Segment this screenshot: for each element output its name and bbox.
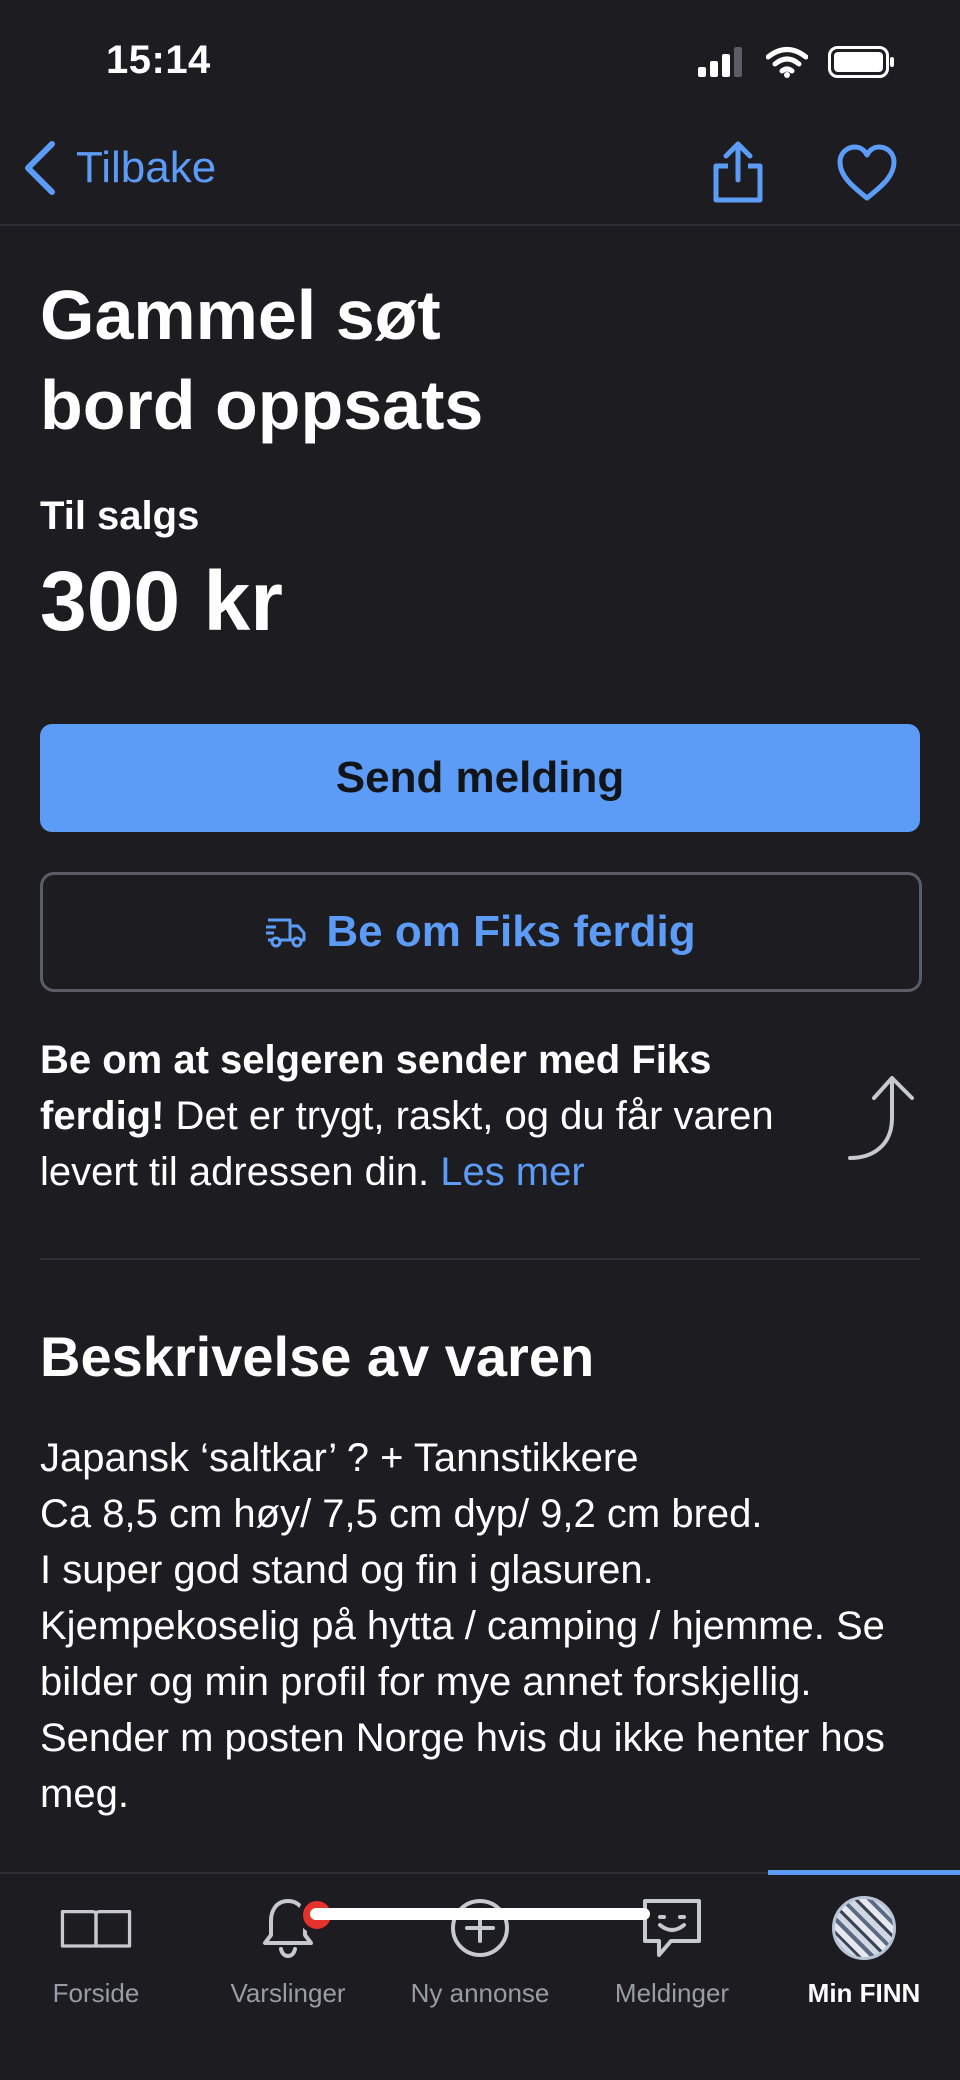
- avatar-icon: [828, 1892, 900, 1964]
- tab-label: Varslinger: [230, 1978, 346, 2008]
- wifi-icon: [766, 47, 808, 78]
- read-more-link[interactable]: Les mer: [440, 1150, 585, 1194]
- fiks-info-text: Be om at selgeren sender med Fiks ferdig…: [40, 1032, 840, 1200]
- signal-icon: [698, 47, 742, 77]
- listing-content: Gammel søt bord oppsats Til salgs 300 kr…: [40, 226, 922, 1816]
- home-indicator: [310, 1908, 650, 1920]
- fiks-ferdig-label: Be om Fiks ferdig: [326, 907, 696, 956]
- share-icon[interactable]: [710, 140, 766, 204]
- chevron-left-icon: [25, 141, 55, 195]
- chat-icon: [636, 1892, 708, 1964]
- plus-circle-icon: [444, 1892, 516, 1964]
- tab-meldinger[interactable]: Meldinger: [576, 1874, 768, 2008]
- tab-label: Forside: [52, 1978, 140, 2008]
- back-button[interactable]: Tilbake: [20, 138, 216, 198]
- avatar: [832, 1896, 896, 1960]
- book-icon: [60, 1892, 132, 1964]
- tab-min-finn[interactable]: Min FINN: [768, 1874, 960, 2008]
- divider: [40, 1258, 920, 1260]
- heart-icon[interactable]: [836, 144, 898, 202]
- sale-type: Til salgs: [40, 494, 200, 538]
- listing-price: 300 kr: [40, 554, 283, 648]
- send-message-label: Send melding: [335, 753, 625, 802]
- tab-label: Min FINN: [807, 1978, 921, 2008]
- send-message-button[interactable]: Send melding: [40, 724, 920, 832]
- status-icons: [698, 46, 896, 78]
- tab-forside[interactable]: Forside: [0, 1874, 192, 2008]
- tab-label: Ny annonse: [410, 1978, 550, 2008]
- tab-label: Meldinger: [614, 1978, 730, 2008]
- delivery-truck-icon: [266, 918, 306, 948]
- tab-ny-annonse[interactable]: Ny annonse: [384, 1874, 576, 2008]
- description-heading: Beskrivelse av varen: [40, 1325, 595, 1388]
- tab-varslinger[interactable]: Varslinger: [192, 1874, 384, 2008]
- status-time: 15:14: [106, 38, 211, 82]
- back-label: Tilbake: [76, 143, 217, 192]
- fiks-ferdig-button[interactable]: Be om Fiks ferdig: [40, 872, 922, 992]
- curved-arrow-icon: [848, 1076, 914, 1160]
- battery-icon: [828, 46, 894, 78]
- status-bar: 15:14: [0, 0, 960, 120]
- tab-bar: Forside Varslinger Ny annonse Meldinger …: [0, 1870, 960, 2080]
- description-body: Japansk ‘saltkar’ ? + Tannstikkere Ca 8,…: [40, 1436, 885, 1816]
- listing-title: Gammel søt bord oppsats: [40, 276, 484, 444]
- navigation-bar: Tilbake: [0, 120, 960, 226]
